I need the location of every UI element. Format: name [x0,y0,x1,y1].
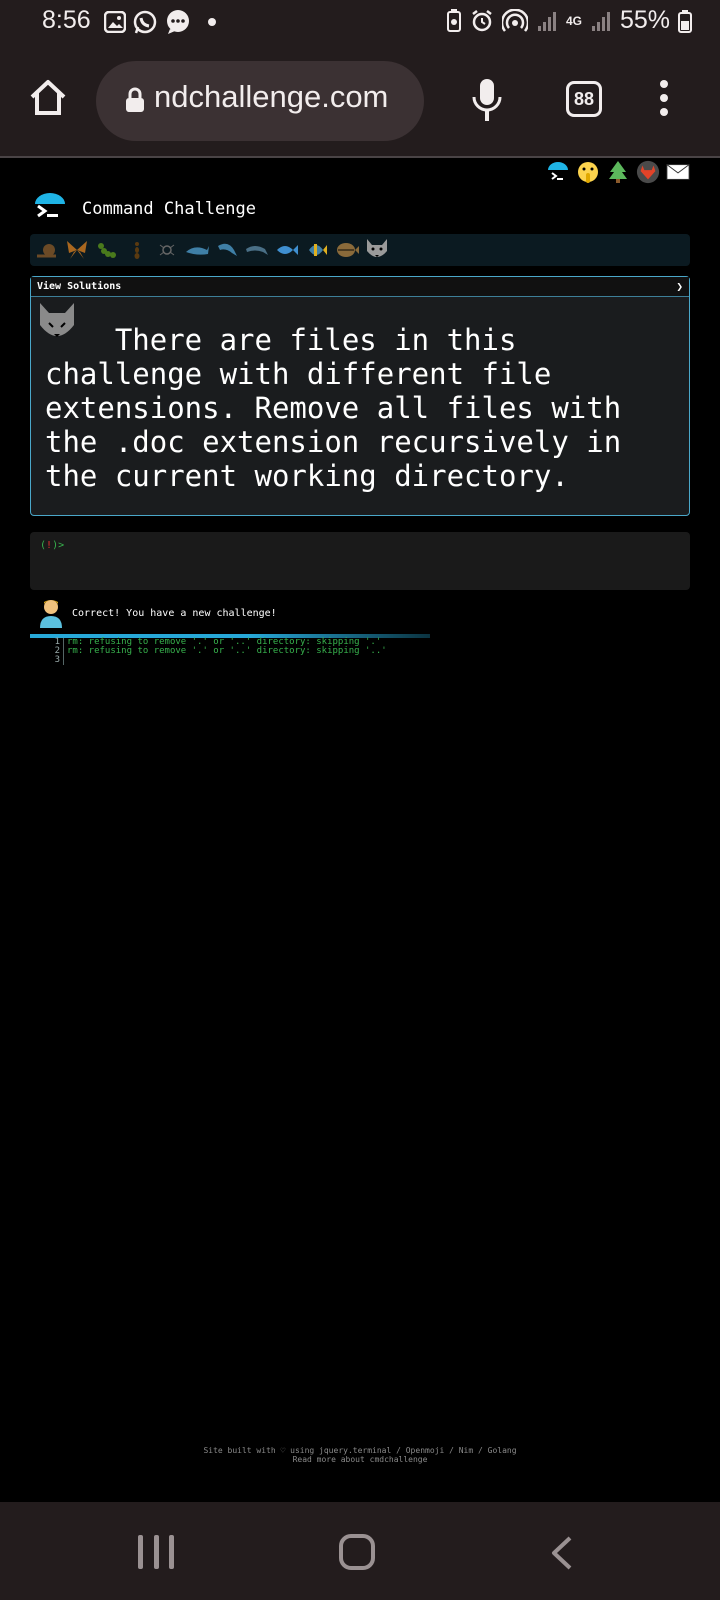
whatsapp-icon [133,10,157,34]
browser-toolbar: ndchallenge.com 88 [0,44,720,158]
status-right: 4G 55% [446,6,692,35]
signal-icon [537,11,556,31]
hotspot-icon [501,8,528,32]
gitlab-icon[interactable] [636,160,660,184]
level-bar [30,234,690,266]
view-solutions-toggle[interactable]: View Solutions ❯ [31,277,689,297]
chevron-right-icon: ❯ [676,280,683,293]
output-line: 2 rm: refusing to remove '.' or '..' dire… [52,647,387,656]
line-text [64,656,67,665]
site-title[interactable]: Command Challenge [82,199,256,219]
shushing-face-icon[interactable] [576,160,600,184]
site-footer: Site built with ♡ using jquery.terminal … [0,1446,720,1464]
microphone-icon[interactable] [470,77,504,123]
status-time: 8:56 [42,6,91,34]
terminal-input[interactable]: (!)> [30,532,690,590]
shark-icon[interactable] [184,237,210,263]
url-text: ndchallenge.com [154,79,389,114]
feedback-row: Correct! You have a new challenge! [38,598,277,628]
prompt-close: )> [52,540,65,551]
line-text: rm: refusing to remove '.' or '..' direc… [67,646,387,656]
network-type: 4G [565,13,582,28]
challenge-panel: View Solutions ❯ There are files in this… [30,276,690,516]
dolphin-icon[interactable] [214,237,240,263]
command-output: 1 rm: refusing to remove '.' or '..' dire… [52,638,387,665]
home-button[interactable] [339,1534,375,1570]
address-bar[interactable]: ndchallenge.com [96,61,424,141]
spider-icon[interactable] [154,237,180,263]
butterfly-icon[interactable] [64,237,90,263]
snail-icon[interactable] [34,237,60,263]
caterpillar-icon[interactable] [94,237,120,263]
wolf-icon[interactable] [364,237,390,263]
footer-credits: Site built with ♡ using jquery.terminal … [203,1446,517,1455]
tree-icon[interactable] [606,160,630,184]
dot-icon [208,18,216,26]
tab-switcher-button[interactable]: 88 [566,81,602,117]
status-bar: 8:56 4G 55% [0,0,720,44]
alarm-icon [472,9,492,31]
terminal-umbrella-icon[interactable] [546,160,570,184]
view-solutions-label: View Solutions [37,281,122,292]
messages-icon [167,10,189,34]
battery-icon [678,9,692,33]
lock-icon [126,87,144,112]
terminal-logo-icon[interactable] [34,192,66,226]
pufferfish-icon[interactable] [334,237,360,263]
battery-percent: 55% [619,6,670,34]
notification-icons [104,9,222,35]
top-links [546,160,690,184]
person-icon [40,600,62,628]
gallery-icon [104,11,126,33]
footer-about-link[interactable]: Read more about cmdchallenge [0,1455,720,1464]
feedback-message: Correct! You have a new challenge! [72,607,277,619]
tropical-fish-icon[interactable] [304,237,330,263]
challenge-description: There are files in this challenge with d… [45,323,639,493]
site-header: Command Challenge [34,192,256,226]
recents-button[interactable] [138,1535,174,1569]
output-line: 3 [52,656,387,665]
browser-menu-icon[interactable] [656,80,672,120]
dolphin-icon-2[interactable] [244,237,270,263]
web-page: Command Challenge View Solutions ❯ There… [0,158,720,1502]
ant-icon[interactable] [124,237,150,263]
fish-icon[interactable] [274,237,300,263]
signal-icon-2 [591,11,610,31]
back-icon[interactable] [548,1536,574,1570]
line-number: 3 [52,656,64,665]
navigation-bar [0,1502,720,1600]
envelope-icon[interactable] [666,160,690,184]
battery-saver-icon [446,8,461,32]
home-icon[interactable] [28,77,68,117]
